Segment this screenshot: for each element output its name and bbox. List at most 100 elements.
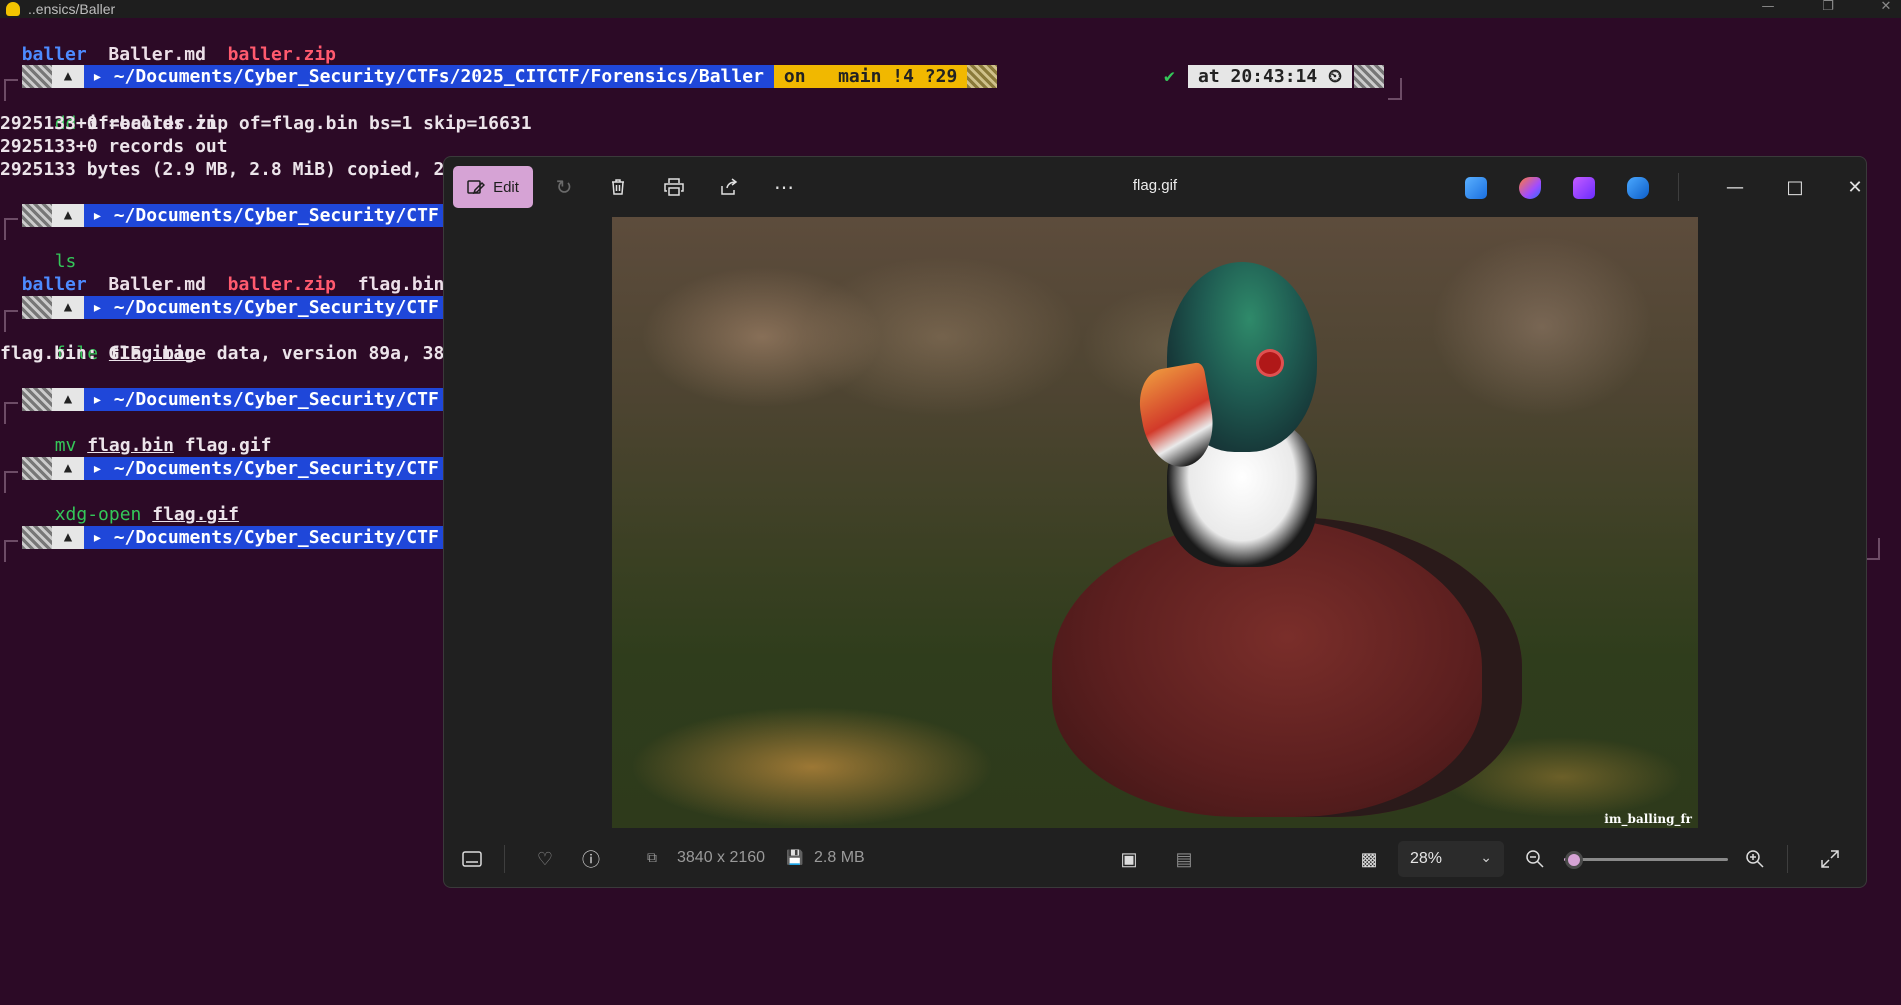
text-extract-button[interactable]: ▤ <box>1168 843 1200 875</box>
prompt-decoration <box>22 296 52 319</box>
image-canvas[interactable]: im_balling_fr <box>612 217 1698 828</box>
print-icon <box>664 178 684 196</box>
os-icon: ▲ <box>52 526 84 549</box>
prompt-path: ▸ ~/Documents/Cyber_Security/CTFs/2025_C… <box>84 65 774 88</box>
command-output: 2925133 bytes (2.9 MB, 2.8 MiB) copied, … <box>0 159 445 180</box>
close-icon: ✕ <box>1847 176 1863 198</box>
zoom-out-button[interactable] <box>1519 843 1551 875</box>
prompt-path-text: ~/Documents/Cyber_Security/CTF <box>113 389 439 410</box>
restore-icon[interactable]: ❐ <box>1808 0 1848 18</box>
prompt-decoration <box>22 65 52 88</box>
rotate-icon: ↻ <box>555 176 573 199</box>
zoom-level: 28% <box>1410 850 1443 867</box>
ls-entry: Baller.md <box>108 274 206 295</box>
close-icon[interactable]: ✕ <box>1866 0 1901 18</box>
heart-icon: ♡ <box>536 848 554 869</box>
prompt-bracket <box>4 471 18 493</box>
delete-button[interactable] <box>601 171 635 203</box>
prompt-path: ▸ ~/Documents/Cyber_Security/CTF <box>84 296 449 319</box>
prompt-path: ▸ ~/Documents/Cyber_Security/CTF <box>84 204 449 227</box>
favorite-button[interactable]: ♡ <box>529 843 561 875</box>
command-line: ls <box>33 227 77 272</box>
prompt-bracket <box>4 402 18 424</box>
fit-to-window-button[interactable]: ▩ <box>1353 843 1385 875</box>
ls-output: baller Baller.md baller.zip flag.bin <box>0 250 445 295</box>
close-button[interactable]: ✕ <box>1835 171 1866 203</box>
terminal-titlebar: ..ensics/Baller — ❐ ✕ <box>0 0 1901 18</box>
info-button[interactable]: ⓘ <box>575 843 607 875</box>
shell-prompt: ▲ ▸ ~/Documents/Cyber_Security/CTF <box>0 457 449 493</box>
os-icon: ▲ <box>52 65 84 88</box>
minimize-icon[interactable]: — <box>1748 0 1788 18</box>
fullscreen-button[interactable] <box>1814 843 1846 875</box>
onedrive-icon[interactable] <box>1627 177 1649 199</box>
os-icon: ▲ <box>52 388 84 411</box>
shell-prompt: ▲ ▸ ~/Documents/Cyber_Security/CTF <box>0 296 449 332</box>
viewer-toolbar: Edit ↻ ⋯ flag.gif — □ ✕ <box>444 157 1866 217</box>
prompt-bracket <box>4 540 18 562</box>
folder-icon: ▸ <box>92 389 114 410</box>
command-output: flag.bin: GIF image data, version 89a, 3… <box>0 343 445 364</box>
copilot-icon[interactable] <box>1519 177 1541 199</box>
share-icon <box>721 178 738 195</box>
prompt-path: ▸ ~/Documents/Cyber_Security/CTF <box>84 526 449 549</box>
command-name: mv <box>54 435 77 456</box>
maximize-button[interactable]: □ <box>1775 171 1815 203</box>
info-icon: ⓘ <box>582 850 600 870</box>
folder-icon: ▸ <box>92 205 114 226</box>
zoom-slider[interactable] <box>1564 858 1728 861</box>
chevron-down-icon: ⌄ <box>1480 849 1492 865</box>
prompt-bracket <box>4 218 18 240</box>
rotate-button[interactable]: ↻ <box>547 171 581 203</box>
prompt-bracket-right <box>1388 78 1402 100</box>
success-check-icon: ✔ <box>1164 66 1175 87</box>
os-icon: ▲ <box>52 457 84 480</box>
edit-image-icon <box>467 180 486 195</box>
zoom-in-button[interactable] <box>1739 843 1771 875</box>
more-options-button[interactable]: ⋯ <box>767 171 801 203</box>
shell-prompt: ▲ ▸ ~/Documents/Cyber_Security/CTFs/2025… <box>0 65 998 101</box>
viewer-bottom-bar: ♡ ⓘ ⧉ 3840 x 2160 💾 2.8 MB ▣ ▤ ▩ 28% ⌄ <box>444 831 1866 887</box>
prompt-time: at 20:43:14 ⏲ <box>1188 65 1353 88</box>
bottom-divider <box>504 845 505 873</box>
prompt-decoration <box>22 204 52 227</box>
command-line: mv flag.bin flag.gif <box>33 411 272 456</box>
more-icon: ⋯ <box>774 176 794 199</box>
ls-entry: baller <box>21 274 87 295</box>
zoom-slider-thumb[interactable] <box>1564 851 1583 869</box>
git-status: on main !4 ?29 <box>773 65 968 88</box>
prompt-path: ▸ ~/Documents/Cyber_Security/CTF <box>84 457 449 480</box>
duck-eye <box>1259 352 1281 374</box>
zoom-out-icon <box>1526 850 1544 868</box>
folder-icon: ▸ <box>92 527 114 548</box>
print-button[interactable] <box>657 171 691 203</box>
zoom-in-icon <box>1746 850 1764 868</box>
share-button[interactable] <box>712 171 746 203</box>
visual-search-button[interactable]: ▣ <box>1113 843 1145 875</box>
shell-prompt: ▲ ▸ ~/Documents/Cyber_Security/CTF <box>0 204 449 240</box>
prompt-decoration <box>22 457 52 480</box>
edit-label: Edit <box>493 178 519 196</box>
prompt-decoration <box>22 526 52 549</box>
fit-window-icon: ▩ <box>1360 848 1378 869</box>
minimize-button[interactable]: — <box>1715 171 1755 203</box>
trash-icon <box>612 179 624 195</box>
bottom-divider <box>1787 845 1788 873</box>
command-args: flag.gif <box>184 435 272 456</box>
prompt-decoration <box>22 388 52 411</box>
zoom-level-dropdown[interactable]: 28% ⌄ <box>1398 841 1504 877</box>
filmstrip-button[interactable] <box>456 843 488 875</box>
clipchamp-icon[interactable] <box>1573 177 1595 199</box>
duck-body <box>1052 517 1542 817</box>
prompt-bracket <box>4 310 18 332</box>
tux-icon <box>6 2 20 16</box>
photo-app-icon[interactable] <box>1465 177 1487 199</box>
edit-button[interactable]: Edit <box>453 166 533 208</box>
command-args: flag.bin <box>87 435 174 456</box>
ls-entry: baller <box>21 44 87 65</box>
os-icon: ▲ <box>52 296 84 319</box>
image-watermark: im_balling_fr <box>1604 812 1692 826</box>
os-icon: ▲ <box>52 204 84 227</box>
filmstrip-icon <box>462 851 482 867</box>
shell-prompt: ▲ ▸ ~/Documents/Cyber_Security/CTF <box>0 526 449 562</box>
